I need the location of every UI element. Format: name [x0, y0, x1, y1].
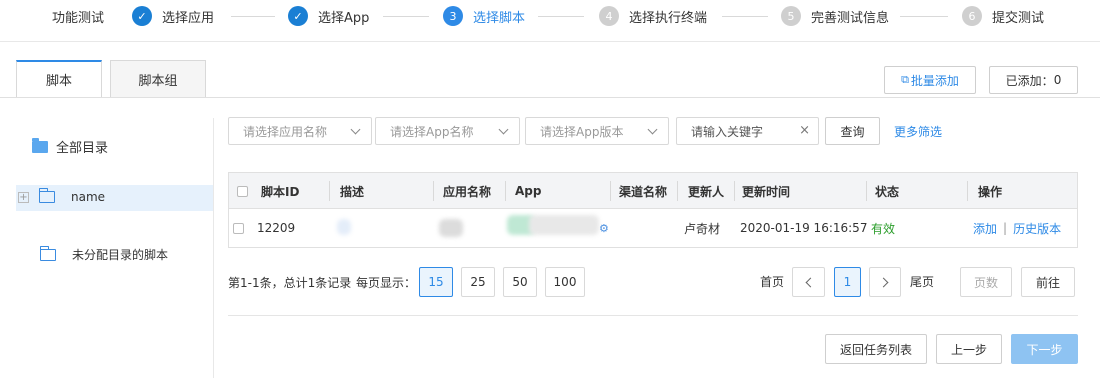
- step-select-app-version[interactable]: ✓ 选择App: [288, 6, 369, 26]
- th-updater[interactable]: 更新人: [688, 173, 724, 209]
- current-page[interactable]: 1: [834, 267, 861, 297]
- tree-item-name[interactable]: + name: [18, 188, 105, 204]
- back-to-task-list-button[interactable]: 返回任务列表: [825, 334, 927, 364]
- added-count-button[interactable]: 已添加： 0: [989, 66, 1078, 94]
- row-checkbox[interactable]: [233, 209, 244, 247]
- stepper-title: 功能测试: [52, 10, 105, 26]
- history-link[interactable]: 历史版本: [1013, 220, 1061, 237]
- copy-icon: ⧉: [901, 73, 909, 86]
- tab-divider: [0, 97, 1100, 98]
- cell-script-id: 12209: [257, 221, 296, 235]
- th-script-id[interactable]: 脚本ID: [261, 173, 299, 209]
- th-app-name[interactable]: 应用名称: [443, 173, 491, 209]
- check-icon: ✓: [132, 6, 152, 26]
- column-divider: [866, 181, 867, 201]
- first-page-link[interactable]: 首页: [760, 273, 784, 290]
- next-page-button[interactable]: [869, 267, 901, 297]
- step-submit[interactable]: 6 提交测试: [962, 6, 1044, 26]
- column-divider: [433, 181, 434, 201]
- cell-status: 有效: [871, 221, 896, 236]
- step-select-script[interactable]: 3 选择脚本: [443, 6, 525, 26]
- column-divider: [610, 181, 611, 201]
- add-link[interactable]: 添加: [973, 220, 997, 237]
- cell-updater: 卢奇材: [684, 221, 721, 236]
- prev-page-button[interactable]: [792, 267, 825, 297]
- column-divider: [734, 181, 735, 201]
- android-icon: ⚙: [599, 221, 609, 235]
- table-row: 12209 ⚙ 卢奇材 2020-01-19 16:16:57 有效 添加 | …: [229, 209, 1077, 247]
- tree-item-unassigned[interactable]: 未分配目录的脚本: [39, 245, 168, 263]
- step-select-app[interactable]: ✓ 选择应用: [132, 6, 214, 26]
- per-page-label: 每页显示：: [356, 276, 417, 290]
- cell-update-time: 2020-01-19 16:16:57: [740, 221, 868, 235]
- app-version-select[interactable]: 请选择App版本: [525, 117, 669, 145]
- panel-divider: [213, 118, 214, 378]
- tree-root[interactable]: 全部目录: [32, 137, 108, 156]
- chevron-down-icon: [647, 124, 658, 135]
- step-connector: [722, 16, 768, 17]
- th-status[interactable]: 状态: [875, 173, 899, 209]
- column-divider: [677, 181, 678, 201]
- table-header: 脚本ID 描述 应用名称 App 渠道名称 更新人 更新时间 状态 操作: [229, 173, 1077, 209]
- step-select-terminal[interactable]: 4 选择执行终端: [599, 6, 707, 26]
- page-size-50[interactable]: 50: [503, 267, 537, 297]
- step-connector: [538, 16, 584, 17]
- last-page-link[interactable]: 尾页: [910, 273, 934, 290]
- step-connector: [383, 16, 429, 17]
- query-button[interactable]: 查询: [825, 117, 880, 145]
- page-size-100[interactable]: 100: [545, 267, 585, 297]
- page-size-15[interactable]: 15: [419, 267, 453, 297]
- pagination-summary: 第1-1条，总计1条记录: [228, 276, 352, 290]
- select-all-checkbox[interactable]: [237, 173, 248, 209]
- step-connector: [231, 16, 275, 17]
- batch-add-button[interactable]: ⧉ 批量添加: [884, 66, 976, 94]
- keyword-input[interactable]: 请输入关键字 ×: [676, 117, 819, 145]
- tab-script-group[interactable]: 脚本组: [110, 60, 206, 98]
- page-number-input[interactable]: 页数: [960, 267, 1012, 297]
- app-select[interactable]: 请选择App名称: [375, 117, 520, 145]
- th-actions[interactable]: 操作: [978, 173, 1002, 209]
- cell-actions: 添加 | 历史版本: [973, 209, 1061, 247]
- th-app[interactable]: App: [515, 173, 541, 209]
- folder-icon: [38, 188, 55, 203]
- th-channel[interactable]: 渠道名称: [619, 173, 667, 209]
- footer-divider: [228, 315, 1078, 316]
- chevron-left-icon: [805, 277, 815, 287]
- chevron-right-icon: [878, 277, 889, 287]
- step-connector: [900, 16, 948, 17]
- clear-icon[interactable]: ×: [799, 123, 810, 138]
- blurred-description: [337, 219, 351, 235]
- step-test-info[interactable]: 5 完善测试信息: [781, 6, 889, 26]
- column-divider: [967, 181, 968, 201]
- column-divider: [329, 181, 330, 201]
- go-page-button[interactable]: 前往: [1021, 267, 1075, 297]
- app-name-select[interactable]: 请选择应用名称: [228, 117, 372, 145]
- th-update-time[interactable]: 更新时间: [742, 173, 790, 209]
- stepper: 功能测试 ✓ 选择应用 ✓ 选择App 3 选择脚本 4 选择执行终端 5 完善…: [0, 0, 1100, 42]
- expand-icon[interactable]: +: [18, 191, 29, 203]
- action-separator: |: [1003, 221, 1008, 235]
- blurred-app-name-text: [529, 215, 599, 235]
- tab-script[interactable]: 脚本: [16, 60, 102, 98]
- prev-step-button[interactable]: 上一步: [936, 334, 1002, 364]
- more-filters-link[interactable]: 更多筛选: [894, 123, 942, 140]
- check-icon: ✓: [288, 6, 308, 26]
- script-table: 脚本ID 描述 应用名称 App 渠道名称 更新人 更新时间 状态 操作 122…: [228, 172, 1078, 248]
- page-size-25[interactable]: 25: [461, 267, 495, 297]
- chevron-down-icon: [350, 124, 361, 135]
- column-divider: [505, 181, 506, 201]
- folder-icon: [32, 137, 48, 153]
- folder-icon: [39, 245, 56, 261]
- chevron-down-icon: [498, 124, 509, 135]
- blurred-app-name: [439, 219, 463, 237]
- th-description[interactable]: 描述: [340, 173, 364, 209]
- next-step-button[interactable]: 下一步: [1011, 334, 1078, 364]
